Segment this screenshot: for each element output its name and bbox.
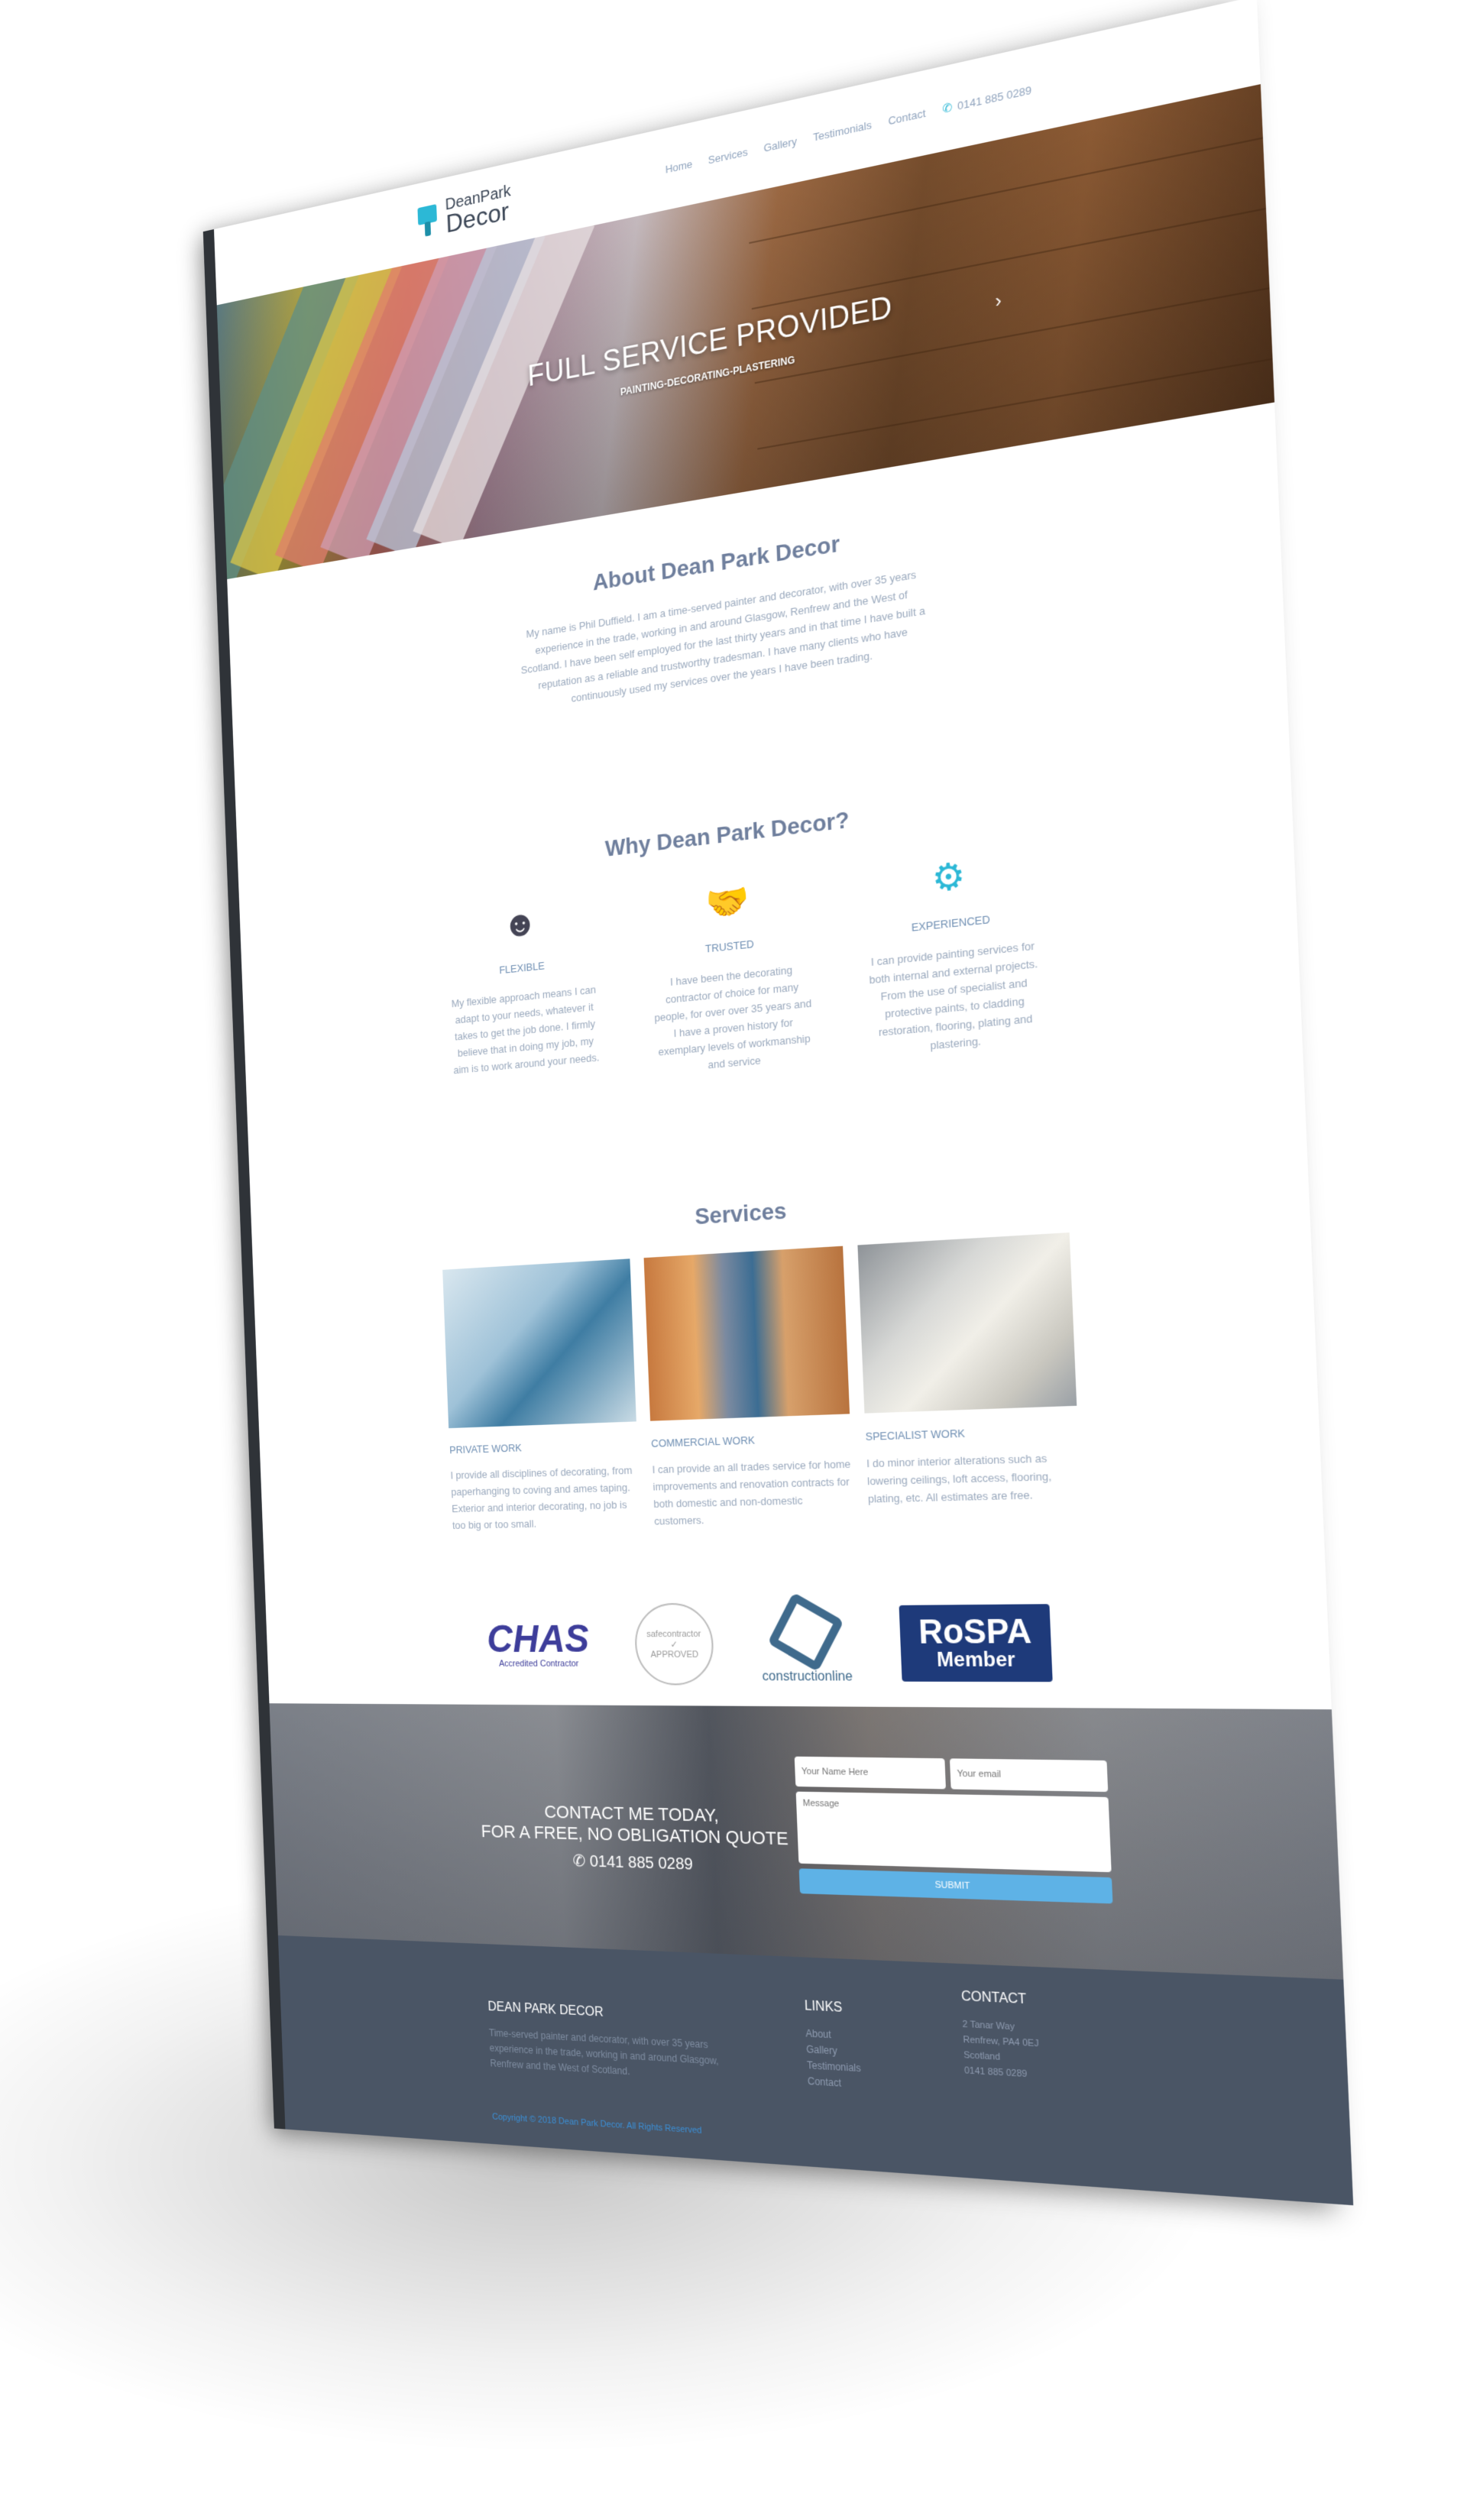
chas-logo: CHAS Accredited Contractor <box>486 1618 591 1669</box>
safecontractor-name: safecontractor <box>646 1628 701 1639</box>
logo[interactable]: DeanPark Decor <box>414 182 512 243</box>
phone-icon: ✆ <box>941 99 953 116</box>
person-check-icon: ☻ <box>502 902 539 946</box>
service-text: I can provide an all trades service for … <box>652 1457 851 1527</box>
submit-button[interactable]: SUBMIT <box>798 1868 1113 1904</box>
nav-phone[interactable]: ✆ 0141 885 0289 <box>942 83 1031 116</box>
service-image-paint-tins <box>442 1258 636 1429</box>
nav-item-gallery[interactable]: Gallery <box>763 134 797 154</box>
service-card-private[interactable]: PRIVATE WORK I provide all disciplines o… <box>442 1258 640 1534</box>
footer-about-text: Time-served painter and decorator, with … <box>488 2026 719 2078</box>
why-text: I have been the decorating contractor of… <box>654 964 812 1071</box>
nav-item-contact[interactable]: Contact <box>888 107 926 128</box>
constructionline-logo: constructionline <box>759 1592 853 1685</box>
contact-phone[interactable]: ✆ 0141 885 0289 <box>482 1848 790 1877</box>
safecontractor-approved: APPROVED <box>650 1649 699 1660</box>
hexagon-icon <box>767 1592 844 1673</box>
logo-text: DeanPark Decor <box>445 182 512 238</box>
footer-contact-heading: CONTACT <box>960 1989 1027 2007</box>
rospa-name: RoSPA <box>918 1612 1032 1651</box>
nav-item-testimonials[interactable]: Testimonials <box>813 118 872 144</box>
nav-item-home[interactable]: Home <box>665 157 692 176</box>
services-columns: PRIVATE WORK I provide all disciplines o… <box>254 1218 1323 1537</box>
checkmark-icon: ✓ <box>670 1639 678 1650</box>
service-heading: COMMERCIAL WORK <box>650 1433 756 1450</box>
why-item-experienced: ⚙ EXPERIENCED I can provide painting ser… <box>864 846 1041 1059</box>
footer-about-heading: DEAN PARK DECOR <box>487 2000 604 2020</box>
footer-phone[interactable]: 0141 885 0289 <box>964 2063 1041 2083</box>
service-text: I provide all disciplines of decorating,… <box>450 1464 633 1532</box>
footer-links: LINKS About Gallery Testimonials Contact <box>805 1999 862 2093</box>
paintbrush-logo-icon <box>415 203 441 238</box>
constructionline-name: constructionline <box>762 1670 853 1684</box>
nav-item-services[interactable]: Services <box>708 145 748 166</box>
name-input[interactable] <box>794 1756 946 1790</box>
contact-form: SUBMIT <box>794 1756 1113 1904</box>
services-section: Services PRIVATE WORK I provide all disc… <box>251 1163 1326 1588</box>
service-heading: SPECIALIST WORK <box>865 1427 966 1443</box>
service-card-specialist[interactable]: SPECIALIST WORK I do minor interior alte… <box>857 1232 1081 1525</box>
nav-phone-number: 0141 885 0289 <box>957 83 1032 113</box>
slider-next-arrow-icon[interactable]: › <box>995 290 1002 313</box>
rospa-member: Member <box>936 1647 1016 1672</box>
chas-caption: Accredited Contractor <box>498 1659 579 1669</box>
footer-about: DEAN PARK DECOR Time-served painter and … <box>487 2000 720 2084</box>
why-text: I can provide painting services for both… <box>869 939 1038 1052</box>
contact-callout: CONTACT ME TODAY, FOR A FREE, NO OBLIGAT… <box>480 1800 789 1877</box>
chas-mark: CHAS <box>486 1618 591 1661</box>
safecontractor-logo: safecontractor ✓ APPROVED <box>633 1602 715 1686</box>
form-row <box>794 1756 1109 1793</box>
contact-phone-number: 0141 885 0289 <box>589 1852 694 1874</box>
why-item-trusted: 🤝 TRUSTED I have been the decorating con… <box>649 872 815 1078</box>
message-input[interactable] <box>795 1791 1112 1873</box>
copyright: Copyright © 2018 Dean Park Decor. All Ri… <box>491 2112 702 2136</box>
service-image-painting-wood <box>643 1245 850 1421</box>
footer-links-heading: LINKS <box>804 1999 843 2016</box>
rospa-logo: RoSPA Member <box>899 1603 1053 1683</box>
why-item-flexible: ☻ FLEXIBLE My flexible approach means I … <box>445 896 602 1095</box>
service-heading: PRIVATE WORK <box>449 1441 523 1456</box>
footer-contact: CONTACT 2 Tanar Way Renfrew, PA4 0EJ Sco… <box>961 1990 1041 2083</box>
service-image-plastering <box>857 1232 1077 1414</box>
website-mockup: DeanPark Decor Home Services Gallery Tes… <box>214 0 1354 2206</box>
phone-icon: ✆ <box>572 1852 586 1871</box>
service-card-commercial[interactable]: COMMERCIAL WORK I can provide an all tra… <box>643 1245 854 1530</box>
why-text: My flexible approach means I can adapt t… <box>451 983 600 1077</box>
accreditations-row: CHAS Accredited Contractor safecontracto… <box>265 1575 1332 1709</box>
footer-link-contact[interactable]: Contact <box>808 2074 862 2093</box>
contact-section: CONTACT ME TODAY, FOR A FREE, NO OBLIGAT… <box>269 1703 1344 1980</box>
handshake-icon: 🤝 <box>705 879 751 925</box>
email-input[interactable] <box>949 1758 1109 1793</box>
service-text: I do minor interior alterations such as … <box>866 1452 1052 1505</box>
head-gear-icon: ⚙ <box>931 854 967 901</box>
mockup-wrapper: DeanPark Decor Home Services Gallery Tes… <box>214 0 1354 2206</box>
